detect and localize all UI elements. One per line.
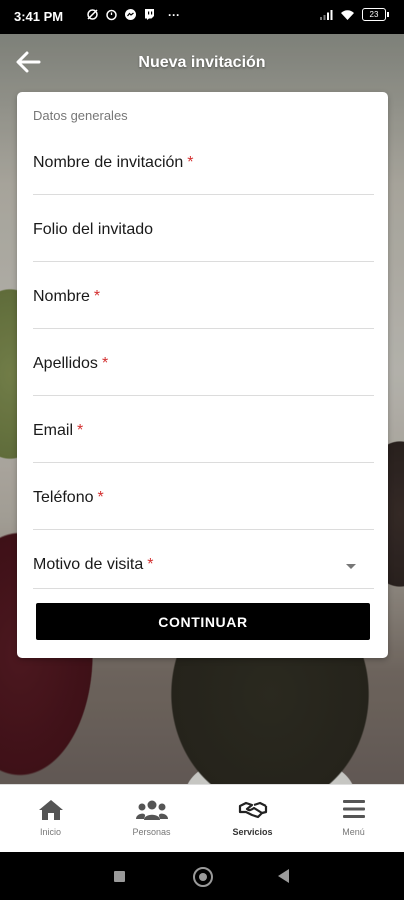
first-name-field[interactable]: Nombre * [33,274,374,329]
nav-item-inicio[interactable]: Inicio [0,785,101,853]
twitch-icon [145,9,154,20]
alarm-icon [106,9,117,21]
home-button[interactable] [193,867,213,887]
status-notification-icons: ··· [86,8,180,22]
required-mark: * [77,422,84,439]
invitation-name-field[interactable]: Nombre de invitación * [33,140,374,195]
field-label-text: Apellidos [33,355,98,372]
required-mark: * [97,489,104,506]
phone-field[interactable]: Teléfono * [33,475,374,530]
field-label: Nombre * [33,288,100,306]
field-label-text: Motivo de visita [33,556,144,573]
field-label-text: Nombre de invitación [33,154,184,171]
menu-icon [342,800,365,818]
nav-item-personas[interactable]: Personas [101,785,202,853]
email-field[interactable]: Email * [33,408,374,463]
sync-icon [87,9,98,20]
field-label-text: Nombre [33,288,90,305]
required-mark: * [147,556,154,573]
visit-reason-select[interactable]: Motivo de visita * [33,542,374,589]
field-label: Teléfono * [33,489,104,507]
people-icon [135,800,168,820]
field-label: Motivo de visita * [33,556,154,574]
form-card: Datos generales Nombre de invitación * Fo… [17,92,388,658]
signal-icon [320,9,333,20]
status-time: 3:41 PM [14,9,64,24]
required-mark: * [187,154,194,171]
page-title: Nueva invitación [138,54,266,71]
wifi-icon [341,9,354,20]
more-dots-icon: ··· [168,8,180,22]
handshake-icon [238,801,267,819]
nav-item-menu[interactable]: Menú [303,785,404,853]
required-mark: * [93,288,101,305]
home-icon [38,800,63,820]
field-label: Email * [33,422,83,440]
field-label: Apellidos * [33,355,108,373]
continue-button[interactable]: CONTINUAR [36,603,370,640]
nav-label: Menú [342,827,365,837]
dropdown-arrow-icon[interactable] [346,564,356,569]
required-mark: * [101,355,109,372]
field-label: Nombre de invitación * [33,154,194,172]
screen: 3:41 PM ··· 23 Nueva invitación Datos ge… [0,0,404,900]
nav-label: Servicios [232,827,273,837]
system-back-button[interactable] [278,869,289,883]
status-bar: 3:41 PM ··· 23 [0,0,404,34]
bottom-navigation: Inicio Personas Servicios Menú [0,784,404,853]
last-name-field[interactable]: Apellidos * [33,341,374,396]
nav-label: Inicio [39,827,61,837]
recents-button[interactable] [114,871,125,882]
field-label-text: Folio del invitado [33,221,154,238]
app-bar: Nueva invitación [0,34,404,92]
battery-icon: 23 [362,8,389,21]
guest-folio-field[interactable]: Folio del invitado [33,207,374,262]
system-navigation-bar [0,852,404,900]
status-system-icons: 23 [319,8,389,21]
field-label-text: Email [33,422,74,439]
field-label: Folio del invitado [33,221,153,239]
messenger-icon [125,9,136,20]
nav-label: Personas [132,827,171,837]
field-label-text: Teléfono [33,489,94,506]
section-label: Datos generales [33,108,128,123]
nav-item-servicios[interactable]: Servicios [202,785,303,853]
